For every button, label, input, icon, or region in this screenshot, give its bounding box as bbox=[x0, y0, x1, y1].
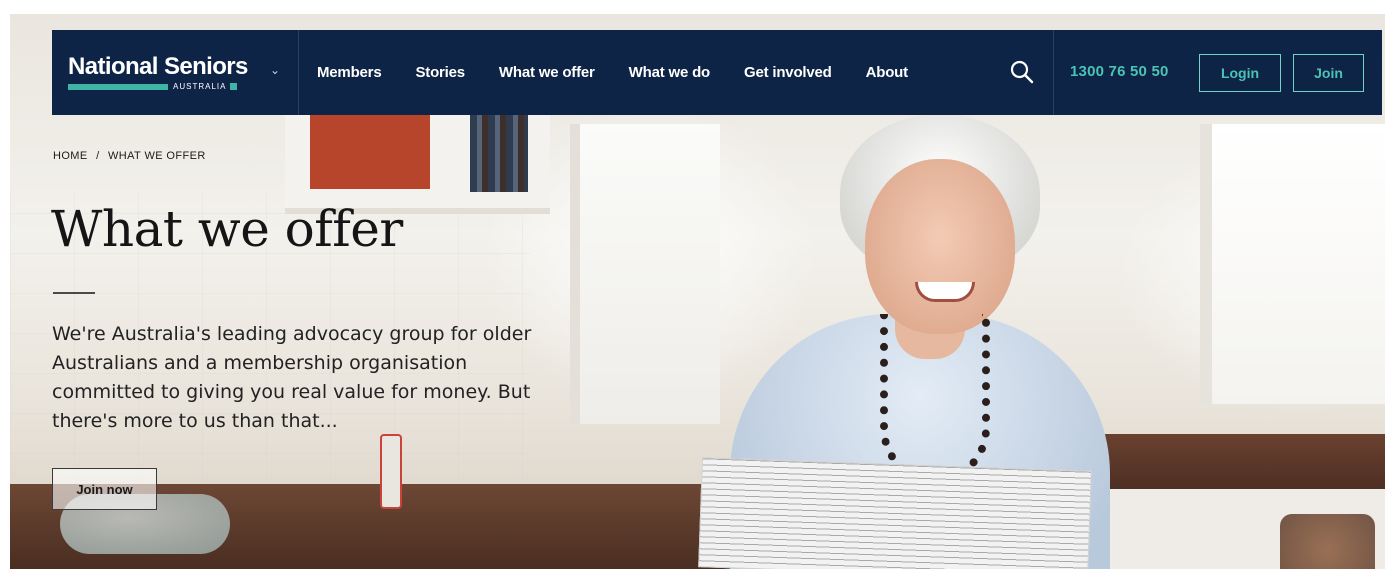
window-right bbox=[1200, 124, 1385, 404]
nav-link-stories[interactable]: Stories bbox=[415, 64, 465, 81]
breadcrumb-separator: / bbox=[96, 150, 100, 162]
brand-name: National Seniors bbox=[68, 53, 248, 80]
nav-link-what-we-offer[interactable]: What we offer bbox=[499, 64, 595, 81]
join-now-button[interactable]: Join now bbox=[52, 468, 157, 510]
search-icon[interactable] bbox=[1007, 57, 1037, 87]
nav-links: Members Stories What we offer What we do… bbox=[299, 30, 942, 115]
kitchen-counter-right bbox=[1070, 434, 1385, 489]
brand-accent-square bbox=[230, 83, 238, 90]
brand-sub: AUSTRALIA bbox=[173, 82, 227, 91]
nav-link-what-we-do[interactable]: What we do bbox=[629, 64, 711, 81]
page-title: What we offer bbox=[51, 200, 403, 258]
bottle bbox=[380, 434, 402, 509]
books bbox=[470, 114, 528, 192]
brand-sub-row: AUSTRALIA bbox=[68, 82, 298, 91]
main-navbar: National Seniors AUSTRALIA ⌄ Members Sto… bbox=[52, 30, 1382, 115]
jar bbox=[1280, 514, 1375, 569]
login-button[interactable]: Login bbox=[1199, 54, 1281, 92]
woman-necklace bbox=[880, 314, 990, 484]
join-button[interactable]: Join bbox=[1293, 54, 1364, 92]
window-left bbox=[570, 124, 720, 424]
brand-accent-bar bbox=[68, 83, 168, 90]
nav-link-members[interactable]: Members bbox=[317, 64, 382, 81]
brand-logo[interactable]: National Seniors AUSTRALIA ⌄ bbox=[52, 30, 299, 115]
title-divider bbox=[53, 292, 95, 294]
breadcrumb-home[interactable]: HOME bbox=[53, 150, 88, 162]
breadcrumb-current: WHAT WE OFFER bbox=[108, 150, 206, 162]
nav-divider bbox=[1053, 30, 1054, 115]
red-book bbox=[310, 114, 430, 189]
woman-face bbox=[865, 159, 1015, 334]
newspaper bbox=[698, 457, 1092, 569]
hero-description: We're Australia's leading advocacy group… bbox=[52, 323, 532, 432]
phone-number-link[interactable]: 1300 76 50 50 bbox=[1070, 63, 1169, 80]
nav-link-about[interactable]: About bbox=[866, 64, 909, 81]
nav-link-get-involved[interactable]: Get involved bbox=[744, 64, 832, 81]
chevron-down-icon[interactable]: ⌄ bbox=[270, 63, 280, 77]
breadcrumb: HOME / WHAT WE OFFER bbox=[53, 150, 206, 162]
